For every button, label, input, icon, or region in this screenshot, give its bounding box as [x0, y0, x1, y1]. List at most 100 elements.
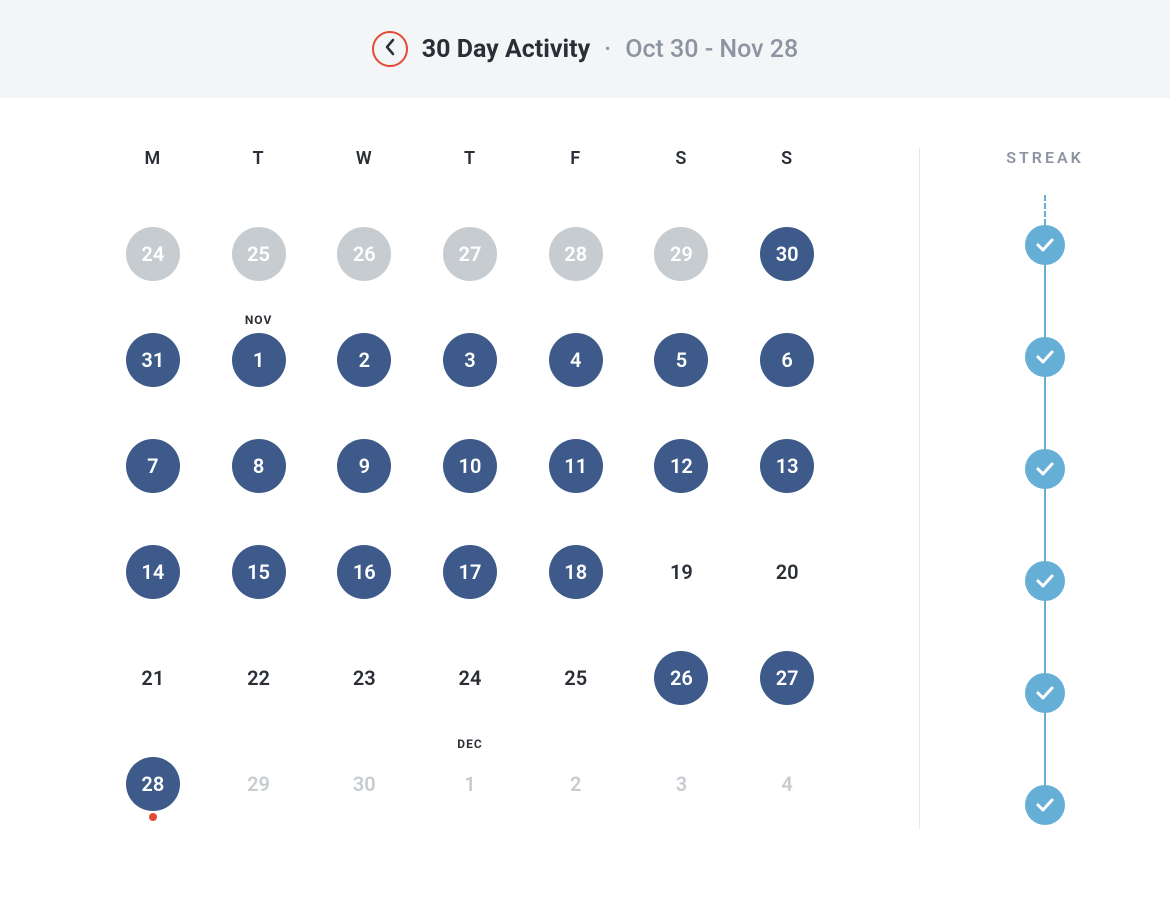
page-title: 30 Day Activity: [422, 35, 590, 64]
streak-connector-dashed: [1044, 195, 1046, 225]
day-number: 27: [443, 227, 497, 281]
day-cell[interactable]: .8: [206, 419, 312, 511]
day-cell[interactable]: .23: [311, 631, 417, 723]
streak-check-icon: [1025, 225, 1065, 265]
day-number: 30: [337, 757, 391, 811]
weekday-header: F: [523, 148, 629, 169]
day-cell[interactable]: .25: [206, 207, 312, 299]
day-number: 28: [549, 227, 603, 281]
day-cell[interactable]: .13: [734, 419, 840, 511]
day-number: 17: [443, 545, 497, 599]
day-cell[interactable]: .10: [417, 419, 523, 511]
weekday-header: S: [734, 148, 840, 169]
day-cell[interactable]: .18: [523, 525, 629, 617]
day-cell[interactable]: .20: [734, 525, 840, 617]
day-number: 8: [232, 439, 286, 493]
day-cell[interactable]: NOV1: [206, 313, 312, 405]
day-cell[interactable]: .11: [523, 419, 629, 511]
day-number: 26: [337, 227, 391, 281]
day-number: 25: [549, 651, 603, 705]
weekday-header: S: [629, 148, 735, 169]
day-number: 7: [126, 439, 180, 493]
day-number: 20: [760, 545, 814, 599]
day-cell[interactable]: DEC 1: [417, 737, 523, 829]
chevron-left-icon: [384, 38, 395, 60]
weekday-header: W: [311, 148, 417, 169]
day-cell[interactable]: .28: [523, 207, 629, 299]
day-number: 29: [232, 757, 286, 811]
day-cell[interactable]: .22: [206, 631, 312, 723]
day-cell[interactable]: .29: [629, 207, 735, 299]
day-cell[interactable]: .29: [206, 737, 312, 829]
streak-check-icon: [1025, 785, 1065, 825]
vertical-divider: [919, 148, 920, 829]
day-cell[interactable]: .3: [629, 737, 735, 829]
day-cell[interactable]: .21: [100, 631, 206, 723]
day-cell[interactable]: .17: [417, 525, 523, 617]
day-cell[interactable]: .9: [311, 419, 417, 511]
streak-connector: [1044, 601, 1046, 673]
weekday-header: T: [206, 148, 312, 169]
weekday-row: MTWTFSS: [100, 148, 840, 169]
day-cell[interactable]: .3: [417, 313, 523, 405]
day-number: 18: [549, 545, 603, 599]
streak-check-icon: [1025, 337, 1065, 377]
day-cell[interactable]: .31: [100, 313, 206, 405]
day-cell[interactable]: .5: [629, 313, 735, 405]
day-cell[interactable]: .4: [734, 737, 840, 829]
streak-check-icon: [1025, 561, 1065, 601]
day-cell[interactable]: .7: [100, 419, 206, 511]
day-cell[interactable]: .4: [523, 313, 629, 405]
day-number: 14: [126, 545, 180, 599]
day-number: 22: [232, 651, 286, 705]
day-number: 6: [760, 333, 814, 387]
day-cell[interactable]: .24: [417, 631, 523, 723]
streak-check-icon: [1025, 673, 1065, 713]
day-cell[interactable]: .26: [311, 207, 417, 299]
day-cell[interactable]: .19: [629, 525, 735, 617]
day-cell[interactable]: .24: [100, 207, 206, 299]
day-cell[interactable]: .2: [311, 313, 417, 405]
day-cell[interactable]: .16: [311, 525, 417, 617]
day-number: 3: [443, 333, 497, 387]
day-number: 21: [126, 651, 180, 705]
day-cell[interactable]: .27: [734, 631, 840, 723]
day-cell[interactable]: .2: [523, 737, 629, 829]
day-cell[interactable]: .25: [523, 631, 629, 723]
day-number: 1: [232, 333, 286, 387]
day-cell[interactable]: .6: [734, 313, 840, 405]
date-range: Oct 30 - Nov 28: [625, 35, 798, 64]
weekday-header: M: [100, 148, 206, 169]
back-button[interactable]: [372, 31, 408, 67]
day-cell[interactable]: .30: [311, 737, 417, 829]
day-number: 10: [443, 439, 497, 493]
streak-connector: [1044, 265, 1046, 337]
day-cell[interactable]: .30: [734, 207, 840, 299]
streak-connector: [1044, 489, 1046, 561]
month-label: DEC: [457, 737, 482, 755]
day-cell[interactable]: .12: [629, 419, 735, 511]
day-cell[interactable]: .26: [629, 631, 735, 723]
day-cell[interactable]: .14: [100, 525, 206, 617]
day-number: 31: [126, 333, 180, 387]
streak-check-icon: [1025, 449, 1065, 489]
streak-panel: STREAK: [980, 148, 1110, 829]
day-number: 12: [654, 439, 708, 493]
title-separator: ·: [604, 35, 611, 64]
day-number: 28: [126, 757, 180, 811]
day-number: 26: [654, 651, 708, 705]
day-number: 15: [232, 545, 286, 599]
day-number: 4: [760, 757, 814, 811]
streak-connector: [1044, 713, 1046, 785]
day-cell[interactable]: .28: [100, 737, 206, 829]
day-number: 13: [760, 439, 814, 493]
day-cell[interactable]: .27: [417, 207, 523, 299]
day-number: 1: [443, 757, 497, 811]
day-cell[interactable]: .15: [206, 525, 312, 617]
day-number: 24: [126, 227, 180, 281]
day-number: 9: [337, 439, 391, 493]
today-indicator-icon: [149, 813, 157, 821]
day-number: 24: [443, 651, 497, 705]
weekday-header: T: [417, 148, 523, 169]
day-number: 4: [549, 333, 603, 387]
